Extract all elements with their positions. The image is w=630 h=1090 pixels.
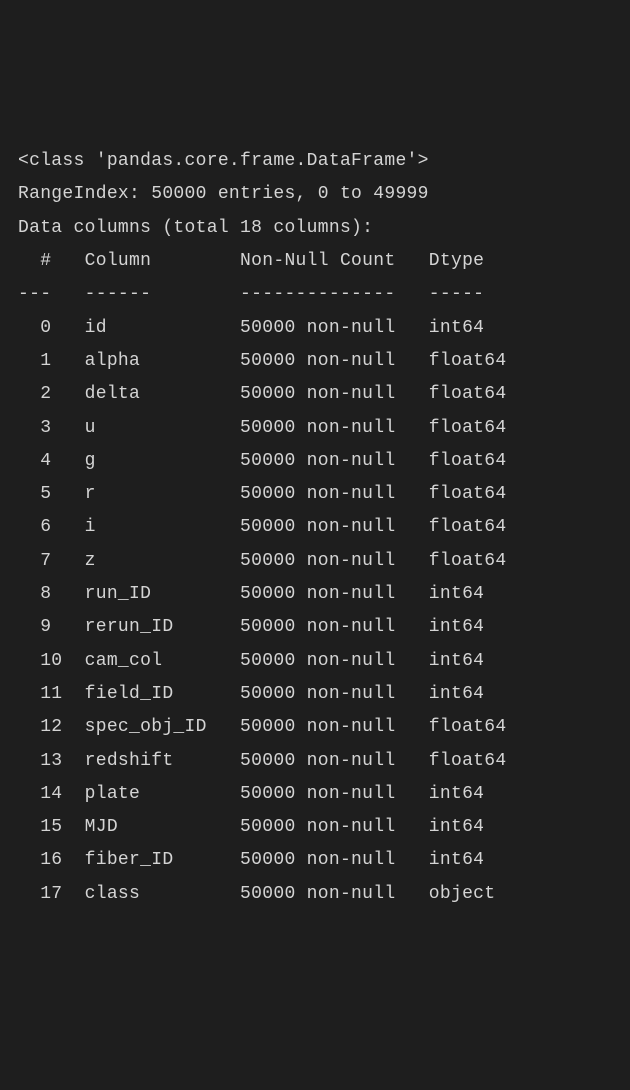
table-header-row: # Column Non-Null Count Dtype bbox=[18, 251, 484, 271]
class-line: <class 'pandas.core.frame.DataFrame'> bbox=[18, 151, 429, 171]
table-divider-row: --- ------ -------------- ----- bbox=[18, 284, 484, 304]
table-body: 0 id 50000 non-null int64 1 alpha 50000 … bbox=[18, 318, 506, 904]
dataframe-info-output: <class 'pandas.core.frame.DataFrame'> Ra… bbox=[18, 145, 612, 911]
columns-summary-line: Data columns (total 18 columns): bbox=[18, 218, 373, 238]
rangeindex-line: RangeIndex: 50000 entries, 0 to 49999 bbox=[18, 184, 429, 204]
